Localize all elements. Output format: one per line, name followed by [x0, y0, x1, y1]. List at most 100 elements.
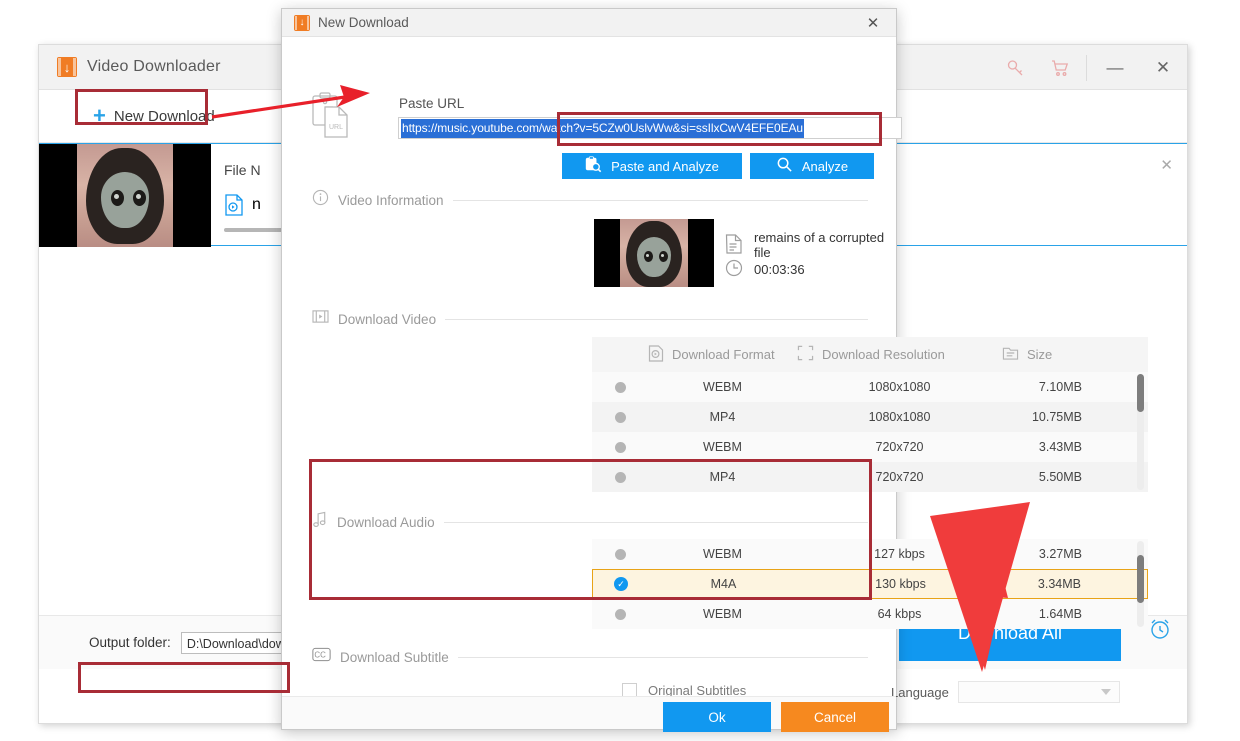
key-icon[interactable] [994, 45, 1038, 90]
cell-size: 10.75MB [1031, 410, 1082, 424]
cell-format: WEBM [703, 607, 742, 621]
video-title-value: remains of a corrupted file [754, 230, 885, 260]
resolution-icon [797, 345, 814, 364]
column-label: Size [1027, 347, 1053, 362]
dialog-close-icon[interactable]: ✕ [862, 13, 884, 33]
cell-size: 5.50MB [1038, 470, 1082, 484]
radio-unselected-icon[interactable] [592, 548, 648, 560]
audio-rows: WEBM 127 kbps 3.27MB ✓ M4A 130 kbps 3.34MB WEBM… [592, 539, 1148, 629]
radio-dot [614, 608, 626, 620]
section-divider [443, 521, 868, 523]
video-information-label: Video Information [338, 192, 444, 208]
radio-dot [614, 381, 626, 393]
analyze-label: Analyze [801, 158, 849, 174]
radio-selected-icon[interactable]: ✓ [593, 577, 649, 591]
video-rows: WEBM 1080x1080 7.10MB MP4 1080x1080 10.75MB WE… [592, 372, 1148, 492]
file-name-label: File N [224, 162, 261, 178]
language-select[interactable] [958, 681, 1120, 703]
radio-dot [614, 441, 626, 453]
music-note-icon [312, 511, 328, 533]
output-folder-label: Output folder: [89, 635, 171, 650]
remove-download-icon[interactable]: ✕ [1160, 156, 1173, 174]
cell-resolution: 720x720 [875, 440, 924, 454]
cart-icon[interactable] [1038, 45, 1082, 90]
radio-unselected-icon[interactable] [592, 471, 648, 483]
table-row[interactable]: WEBM 1080x1080 7.10MB [592, 372, 1148, 402]
cell-size: 3.27MB [1038, 547, 1082, 561]
analyze-button[interactable]: Analyze [750, 153, 874, 179]
url-input[interactable]: https://music.youtube.com/watch?v=5CZw0U… [398, 117, 902, 139]
dialog-titlebar: ↓ New Download ✕ [282, 9, 896, 37]
clock-icon [725, 259, 743, 280]
radio-unselected-icon[interactable] [592, 411, 648, 423]
chevron-down-icon [1101, 689, 1111, 695]
cell-format: WEBM [703, 547, 742, 561]
radio-dot [614, 548, 626, 560]
close-button[interactable]: ✕ [1139, 45, 1187, 90]
minimize-button[interactable]: — [1091, 45, 1139, 90]
cell-size: 7.10MB [1038, 380, 1082, 394]
cell-bitrate: 130 kbps [875, 577, 926, 591]
download-video-table: Download Format Download Resolution Size… [592, 337, 1148, 492]
cell-format: WEBM [703, 440, 742, 454]
audio-scrollbar-track[interactable] [1137, 541, 1144, 627]
new-download-dialog: ↓ New Download ✕ URL Paste URL https://m… [281, 8, 1148, 732]
ok-button[interactable]: Ok [663, 702, 771, 732]
column-download-resolution: Download Resolution [797, 345, 1002, 364]
table-row[interactable]: WEBM 127 kbps 3.27MB [592, 539, 1148, 569]
column-label: Download Resolution [822, 347, 945, 362]
column-size: Size [1002, 345, 1148, 364]
dialog-logo-glyph: ↓ [299, 16, 305, 28]
format-icon [648, 344, 664, 365]
download-thumbnail [39, 144, 211, 247]
titlebar-divider [1086, 54, 1087, 81]
column-download-format: Download Format [592, 344, 797, 365]
dialog-footer: Ok Cancel [282, 696, 896, 732]
clipboard-url-icon: URL [310, 91, 356, 139]
cell-size: 3.34MB [1037, 577, 1081, 591]
section-divider [452, 199, 868, 201]
media-file-icon [224, 194, 244, 216]
video-scrollbar-thumb[interactable] [1137, 374, 1144, 412]
alarm-clock-icon[interactable] [1147, 616, 1173, 647]
video-duration-value: 00:03:36 [754, 262, 805, 277]
plus-icon: + [93, 103, 106, 128]
download-audio-label: Download Audio [337, 514, 435, 530]
section-divider [445, 318, 868, 320]
radio-unselected-icon[interactable] [592, 608, 648, 620]
table-row[interactable]: MP4 720x720 5.50MB [592, 462, 1148, 492]
cell-bitrate: 64 kbps [877, 607, 922, 621]
language-label: Language [891, 685, 949, 700]
radio-dot [614, 411, 626, 423]
table-row[interactable]: WEBM 720x720 3.43MB [592, 432, 1148, 462]
cell-size: 3.43MB [1038, 440, 1082, 454]
svg-text:CC: CC [314, 651, 326, 660]
download-audio-header: Download Audio [312, 511, 868, 533]
paste-and-analyze-button[interactable]: Paste and Analyze [562, 153, 742, 179]
cell-format: MP4 [709, 470, 736, 484]
video-scrollbar-track[interactable] [1137, 374, 1144, 490]
download-subtitle-label: Download Subtitle [340, 649, 449, 665]
app-logo-glyph: ↓ [63, 59, 71, 75]
section-divider [457, 656, 868, 658]
table-row[interactable]: MP4 1080x1080 10.75MB [592, 402, 1148, 432]
radio-unselected-icon[interactable] [592, 441, 648, 453]
audio-scrollbar-thumb[interactable] [1137, 555, 1144, 603]
dialog-logo-icon: ↓ [294, 14, 310, 31]
radio-dot [614, 471, 626, 483]
video-duration-row: 00:03:36 [725, 259, 805, 280]
new-download-button[interactable]: + New Download [83, 99, 225, 133]
table-row[interactable]: ✓ M4A 130 kbps 3.34MB [592, 569, 1148, 599]
video-table-header: Download Format Download Resolution Size [592, 337, 1148, 372]
radio-unselected-icon[interactable] [592, 381, 648, 393]
closed-caption-icon: CC [312, 647, 331, 667]
analyze-buttons: Paste and Analyze Analyze [562, 153, 874, 179]
download-video-header: Download Video [312, 309, 868, 329]
file-name-value: n [252, 196, 261, 213]
cell-resolution: 1080x1080 [868, 380, 931, 394]
app-title: Video Downloader [87, 58, 221, 75]
radio-dot: ✓ [614, 577, 628, 591]
cancel-button[interactable]: Cancel [781, 702, 889, 732]
paste-url-label: Paste URL [399, 96, 465, 111]
table-row[interactable]: WEBM 64 kbps 1.64MB [592, 599, 1148, 629]
